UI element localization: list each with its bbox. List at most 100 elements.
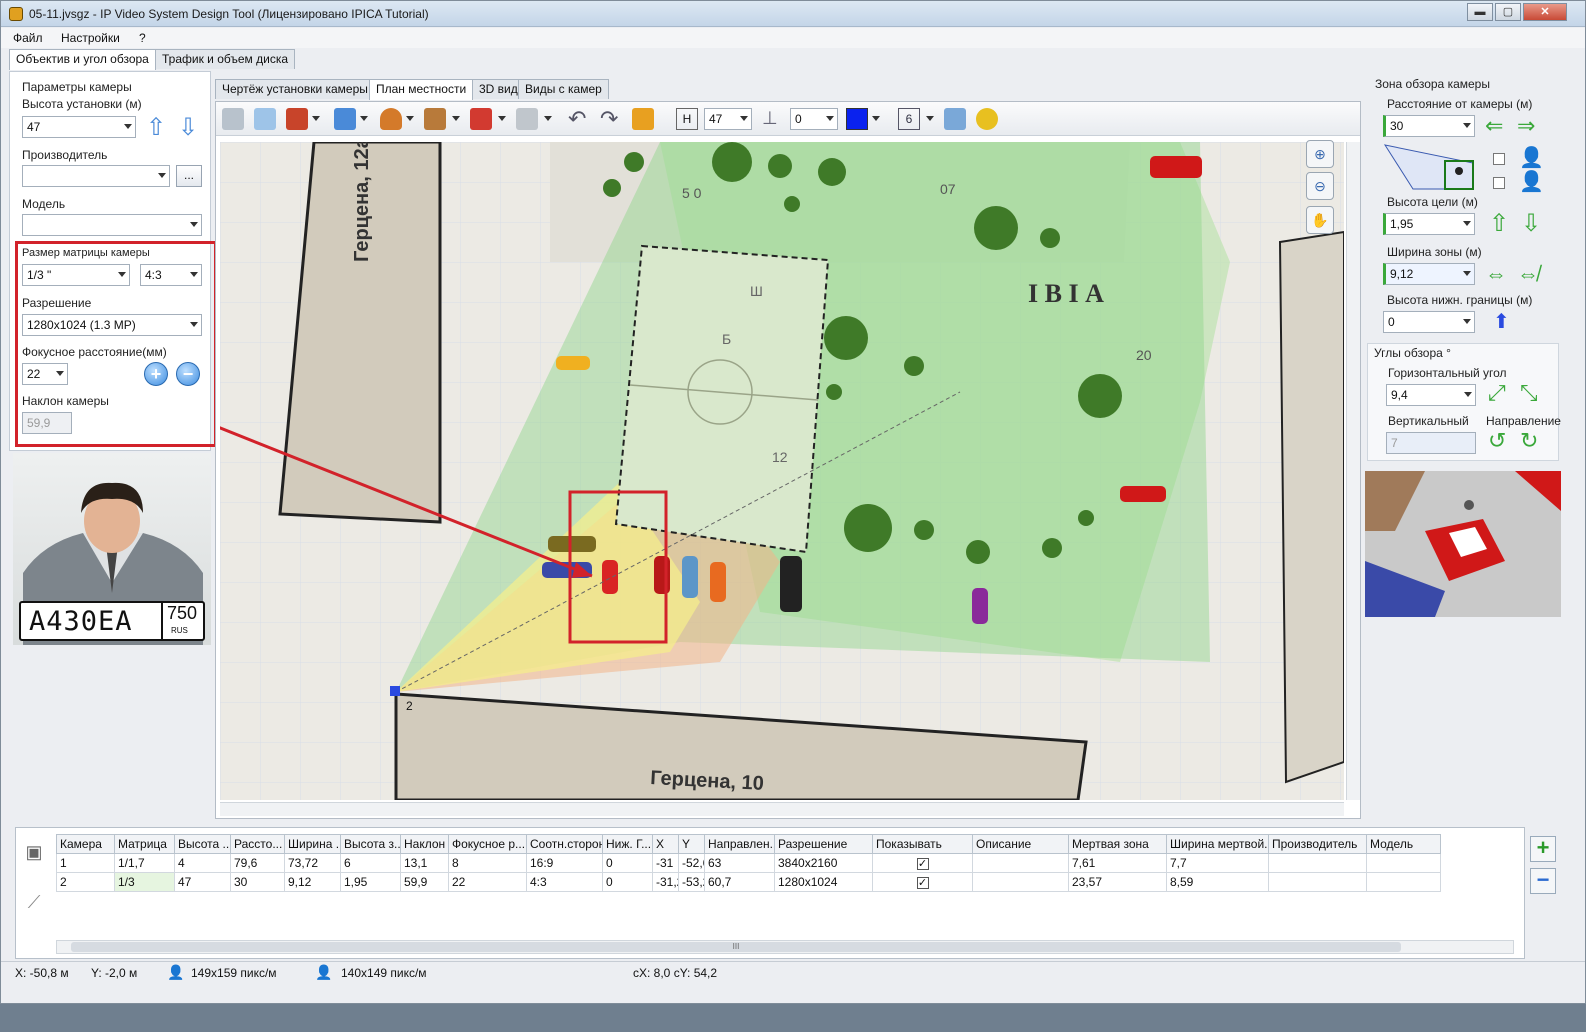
menu-settings[interactable]: Настройки	[61, 31, 120, 45]
arrow-up-icon[interactable]: ⇧	[146, 116, 166, 140]
tab-lens-angle[interactable]: Объектив и угол обзора	[9, 49, 156, 70]
narrow-angle-icon[interactable]: ⤡	[1520, 380, 1538, 406]
column-header[interactable]: Рассто...	[230, 834, 285, 854]
zone-width-combo[interactable]: 9,12	[1383, 263, 1475, 285]
site-plan-canvas[interactable]: Герцена, 12а Герцена, 10 2 I В I А Б Ш 1…	[220, 142, 1344, 800]
chevron-down-icon[interactable]	[544, 116, 552, 121]
tab-install-drawing[interactable]: Чертёж установки камеры	[215, 79, 375, 99]
column-header[interactable]: Ширина мертвой...	[1166, 834, 1269, 854]
model-combo[interactable]	[22, 214, 202, 236]
column-header[interactable]: Наклон	[400, 834, 449, 854]
column-header[interactable]: Высота з...	[340, 834, 401, 854]
column-header[interactable]: Y	[678, 834, 705, 854]
arrow-up-icon[interactable]: ⇧	[1489, 209, 1509, 238]
column-header[interactable]: Мертвая зона	[1068, 834, 1167, 854]
wall-tool-icon[interactable]	[286, 108, 308, 130]
arrow-down-icon[interactable]: ⇩	[1521, 209, 1541, 238]
person-tool-icon[interactable]	[380, 108, 402, 130]
tab-3d-view[interactable]: 3D вид	[472, 79, 525, 99]
chevron-down-icon[interactable]	[926, 116, 934, 121]
column-header[interactable]: Ширина ...	[284, 834, 341, 854]
table-row[interactable]: 11/1,7479,673,72613,1816:90-31-52,663384…	[56, 853, 1441, 873]
minimize-button[interactable]: ▬	[1467, 3, 1493, 21]
image-tool-icon[interactable]	[254, 108, 276, 130]
rotate-right-icon[interactable]: ↻	[1520, 428, 1538, 454]
column-header[interactable]: Высота ...	[174, 834, 231, 854]
vertical-field[interactable]: 7	[1386, 432, 1476, 454]
arrow-right-icon[interactable]: ⇒	[1517, 113, 1535, 139]
menu-help[interactable]: ?	[139, 31, 146, 45]
tape-measure-icon[interactable]	[976, 108, 998, 130]
remove-camera-button[interactable]: −	[1530, 868, 1556, 894]
table-cell	[1268, 872, 1367, 892]
add-camera-button[interactable]: +	[1530, 836, 1556, 862]
column-header[interactable]: Разрешение	[774, 834, 873, 854]
maximize-button[interactable]: ▢	[1495, 3, 1521, 21]
angles-heading: Углы обзора °	[1374, 346, 1451, 360]
horizontal-combo[interactable]: 9,4	[1386, 384, 1476, 406]
checkbox-woman[interactable]	[1493, 177, 1505, 189]
close-button[interactable]: ✕	[1523, 3, 1567, 21]
map-horizontal-scrollbar[interactable]	[220, 802, 1344, 816]
color-picker[interactable]	[846, 108, 868, 130]
tab-camera-views[interactable]: Виды с камер	[518, 79, 609, 99]
arrow-down-icon[interactable]: ⇩	[178, 116, 198, 140]
grid-scroll-thumb[interactable]: III	[71, 942, 1401, 952]
toolbar-height-combo[interactable]: 47	[704, 108, 752, 130]
lower-bound-combo[interactable]: 0	[1383, 311, 1475, 333]
scan-tool-icon[interactable]	[944, 108, 966, 130]
camera-tool-icon[interactable]	[222, 108, 244, 130]
column-header[interactable]: Ниж. Г...	[602, 834, 653, 854]
table-row[interactable]: 21/347309,121,9559,9224:30-31,2-53,260,7…	[56, 872, 1441, 892]
chevron-down-icon[interactable]	[498, 116, 506, 121]
column-header[interactable]: Модель	[1366, 834, 1441, 854]
chevron-down-icon[interactable]	[406, 116, 414, 121]
browse-button[interactable]: ...	[176, 165, 202, 187]
column-header[interactable]: Фокусное р...	[448, 834, 527, 854]
menu-file[interactable]: Файл	[13, 31, 43, 45]
camera-marker[interactable]	[390, 686, 400, 696]
column-header[interactable]: Показывать	[872, 834, 973, 854]
column-header[interactable]: Направлен...	[704, 834, 775, 854]
chevron-down-icon[interactable]	[452, 116, 460, 121]
pan-hand-icon[interactable]: ✋	[1306, 206, 1334, 234]
column-header[interactable]: X	[652, 834, 679, 854]
chevron-down-icon[interactable]	[872, 116, 880, 121]
grid-horizontal-scrollbar[interactable]: III	[56, 940, 1514, 954]
column-header[interactable]: Камера	[56, 834, 115, 854]
column-header[interactable]: Соотн.сторон	[526, 834, 603, 854]
manufacturer-combo[interactable]	[22, 165, 170, 187]
expand-width-icon[interactable]: ⇔	[1485, 261, 1507, 287]
distance-combo[interactable]: 30	[1383, 115, 1475, 137]
checkbox-man[interactable]	[1493, 153, 1505, 165]
show-checkbox[interactable]: ✓	[916, 877, 929, 889]
zoom-in-icon[interactable]: ⊕	[1306, 140, 1334, 168]
column-header[interactable]: Производитель	[1268, 834, 1367, 854]
chevron-down-icon[interactable]	[312, 116, 320, 121]
arrow-left-icon[interactable]: ⇐	[1485, 113, 1503, 139]
zoom-out-icon[interactable]: ⊖	[1306, 172, 1334, 200]
brush-tool-icon[interactable]	[632, 108, 654, 130]
grid-ruler-icon[interactable]: ⟋	[18, 892, 50, 920]
redo-icon[interactable]: ↷	[600, 106, 618, 132]
column-header[interactable]: Матрица	[114, 834, 175, 854]
column-header[interactable]: Описание	[972, 834, 1069, 854]
tab-traffic-disk[interactable]: Трафик и объем диска	[155, 49, 295, 69]
tab-site-plan[interactable]: План местности	[369, 79, 474, 100]
target-height-combo[interactable]: 1,95	[1383, 213, 1475, 235]
grid-camera-icon[interactable]: ▣	[18, 842, 50, 870]
layer-box[interactable]: 6	[898, 108, 920, 130]
ruler-tool-icon[interactable]	[516, 108, 538, 130]
rotate-left-icon[interactable]: ↺	[1488, 428, 1506, 454]
bench-tool-icon[interactable]	[424, 108, 446, 130]
map-vertical-scrollbar[interactable]	[1346, 142, 1360, 800]
car-tool-icon[interactable]	[470, 108, 492, 130]
shrink-width-icon[interactable]: ⇎	[1517, 261, 1539, 287]
undo-icon[interactable]: ↶	[568, 106, 586, 132]
widen-angle-icon[interactable]: ⤢	[1488, 380, 1506, 406]
toolbar-offset-combo[interactable]: 0	[790, 108, 838, 130]
show-checkbox[interactable]: ✓	[916, 858, 929, 870]
chevron-down-icon[interactable]	[360, 116, 368, 121]
box-tool-icon[interactable]	[334, 108, 356, 130]
height-combo[interactable]: 47	[22, 116, 136, 138]
